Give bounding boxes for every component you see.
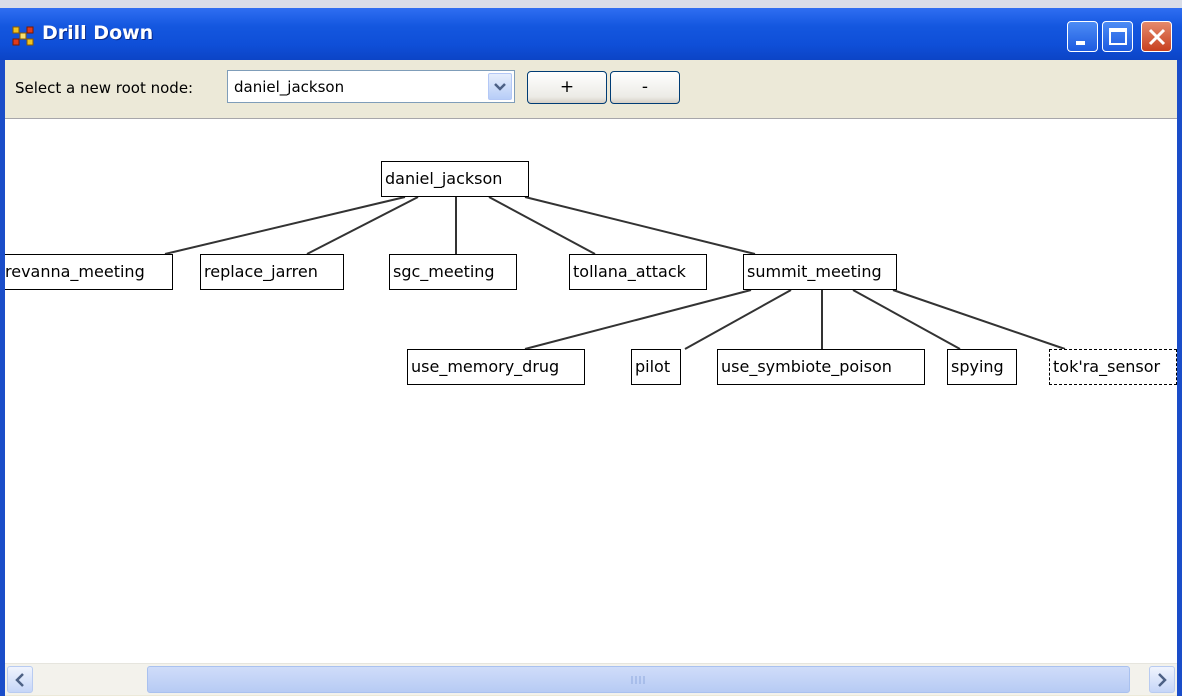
tree-node-replace-jarren[interactable]: replace_jarren <box>200 254 344 290</box>
drill-down-window: Drill Down Select a new root node: danie… <box>0 8 1182 696</box>
edge-summit-tokra <box>892 289 1066 350</box>
scrollbar-thumb[interactable] <box>147 666 1130 693</box>
tree-node-spying[interactable]: spying <box>947 349 1017 385</box>
arrow-left-icon <box>15 673 24 687</box>
minimize-icon <box>1076 41 1085 45</box>
tree-node-root[interactable]: daniel_jackson <box>381 161 529 197</box>
root-node-label: Select a new root node: <box>15 79 194 97</box>
grip-icon <box>631 676 645 684</box>
minimize-button[interactable] <box>1067 21 1098 52</box>
scroll-left-button[interactable] <box>7 666 33 693</box>
tree-node-revanna-meeting[interactable]: revanna_meeting <box>5 254 173 290</box>
tree-node-tollana-attack[interactable]: tollana_attack <box>569 254 707 290</box>
tree-node-tokra-sensor[interactable]: tok'ra_sensor <box>1049 349 1177 385</box>
expand-button[interactable]: + <box>527 71 607 104</box>
tree-node-use-symbiote-poison[interactable]: use_symbiote_poison <box>717 349 925 385</box>
close-button[interactable] <box>1141 21 1172 52</box>
chevron-down-icon <box>494 83 506 91</box>
close-icon <box>1148 28 1166 46</box>
root-node-dropdown[interactable]: daniel_jackson <box>227 70 515 103</box>
tree-node-sgc-meeting[interactable]: sgc_meeting <box>389 254 517 290</box>
maximize-icon <box>1109 28 1127 45</box>
edge-root-revanna <box>164 196 406 255</box>
edge-summit-spying <box>852 289 961 350</box>
horizontal-scrollbar[interactable] <box>5 663 1177 695</box>
title-bar[interactable]: Drill Down <box>0 8 1182 60</box>
tree-node-summit-meeting[interactable]: summit_meeting <box>743 254 897 290</box>
collapse-button[interactable]: - <box>610 71 680 104</box>
edge-summit-pilot <box>684 289 792 350</box>
tree-edges <box>164 196 1066 350</box>
root-node-value: daniel_jackson <box>234 78 345 96</box>
edge-root-replace <box>306 196 419 255</box>
edge-summit-memory <box>524 289 752 350</box>
app-network-icon <box>12 26 34 46</box>
arrow-right-icon <box>1158 673 1167 687</box>
tree-canvas[interactable]: daniel_jackson revanna_meeting replace_j… <box>5 119 1177 663</box>
window-title: Drill Down <box>42 22 154 44</box>
window-client-area: Select a new root node: daniel_jackson +… <box>5 60 1177 696</box>
tree-node-use-memory-drug[interactable]: use_memory_drug <box>407 349 585 385</box>
maximize-button[interactable] <box>1102 21 1133 52</box>
edge-root-tollana <box>488 196 596 255</box>
dropdown-arrow-button[interactable] <box>488 73 512 100</box>
scroll-right-button[interactable] <box>1149 666 1175 693</box>
toolbar: Select a new root node: daniel_jackson +… <box>5 60 1177 119</box>
desktop-background <box>0 0 1182 8</box>
edge-root-summit <box>524 196 756 255</box>
tree-node-pilot[interactable]: pilot <box>631 349 681 385</box>
